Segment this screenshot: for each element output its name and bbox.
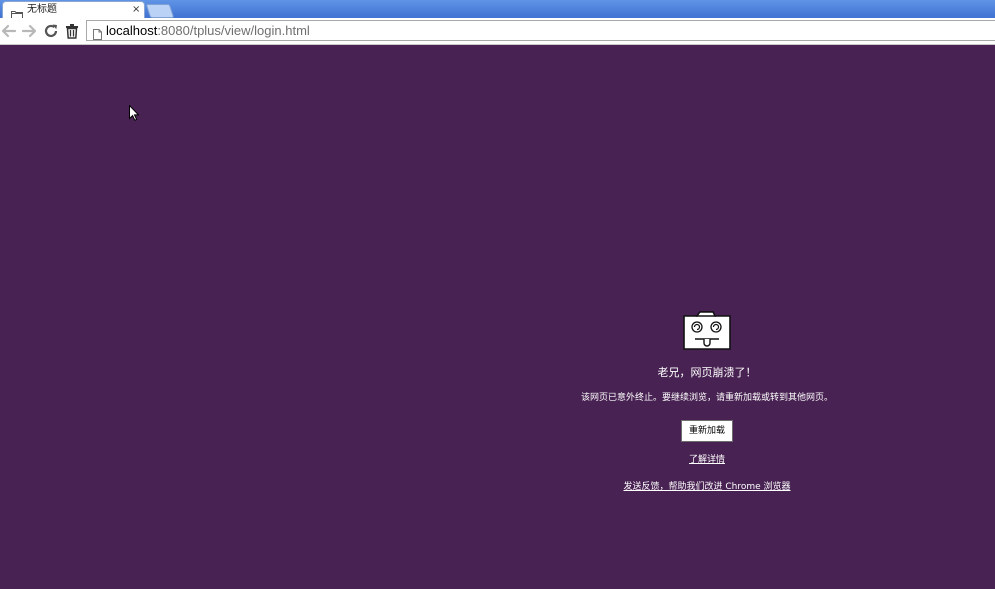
tab-title: 无标题 <box>27 4 57 15</box>
crash-description: 该网页已意外终止。要继续浏览，请重新加载或转到其他网页。 <box>580 393 833 403</box>
tab-strip: 无标题 × <box>0 0 995 18</box>
trash-icon[interactable] <box>64 23 80 39</box>
crash-message: 老兄，网页崩溃了！ 该网页已意外终止。要继续浏览，请重新加载或转到其他网页。 重… <box>560 310 854 494</box>
url-text[interactable]: localhost:8080/tplus/view/login.html <box>106 22 310 39</box>
crash-heading: 老兄，网页崩溃了！ <box>657 366 757 379</box>
folder-icon <box>11 5 23 18</box>
forward-arrow-icon[interactable] <box>21 23 37 39</box>
dead-folder-face-icon <box>683 310 731 350</box>
url-host: localhost <box>106 23 158 38</box>
address-bar[interactable]: localhost:8080/tplus/view/login.html <box>86 20 995 41</box>
tab-active[interactable]: 无标题 × <box>2 1 145 18</box>
reload-button[interactable]: 重新加载 <box>681 420 733 442</box>
new-tab-button[interactable] <box>145 4 175 18</box>
learn-more-link[interactable]: 了解详情 <box>560 454 854 467</box>
mouse-pointer-icon <box>129 104 140 121</box>
page-icon <box>93 25 102 40</box>
reload-icon[interactable] <box>43 23 59 39</box>
send-feedback-link[interactable]: 发送反馈，帮助我们改进 Chrome 浏览器 <box>560 481 854 494</box>
toolbar: localhost:8080/tplus/view/login.html <box>0 18 995 45</box>
back-arrow-icon[interactable] <box>1 23 17 39</box>
tab-close-icon[interactable]: × <box>132 3 140 17</box>
url-path: :8080/tplus/view/login.html <box>157 23 310 38</box>
